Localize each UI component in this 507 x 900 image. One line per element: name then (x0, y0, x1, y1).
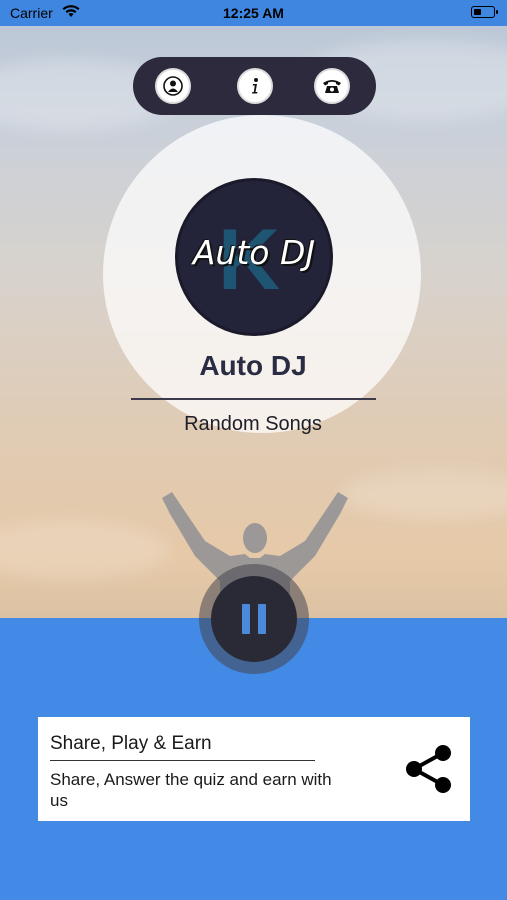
station-title: Auto DJ (199, 350, 307, 381)
info-icon (252, 78, 258, 94)
battery-icon (471, 6, 498, 18)
phone-icon (323, 80, 341, 93)
user-icon (163, 76, 183, 96)
clock: 12:25 AM (223, 5, 284, 21)
info-button[interactable] (237, 68, 273, 104)
top-toolbar (133, 57, 376, 115)
station-subtitle: Random Songs (184, 413, 322, 435)
logo-text: Auto DJ (192, 233, 316, 272)
title-divider (131, 398, 376, 400)
profile-button[interactable] (155, 68, 191, 104)
promo-description: Share, Answer the quiz and earn with us (50, 770, 332, 810)
promo-divider (50, 760, 315, 761)
status-bar: Carrier 12:25 AM (0, 0, 507, 26)
play-pause-button[interactable] (211, 576, 297, 662)
promo-card[interactable]: Share, Play & Earn Share, Answer the qui… (38, 717, 470, 821)
station-logo: K Auto DJ (175, 178, 333, 336)
contact-button[interactable] (314, 68, 350, 104)
promo-title: Share, Play & Earn (50, 733, 212, 754)
share-icon[interactable] (403, 743, 455, 795)
